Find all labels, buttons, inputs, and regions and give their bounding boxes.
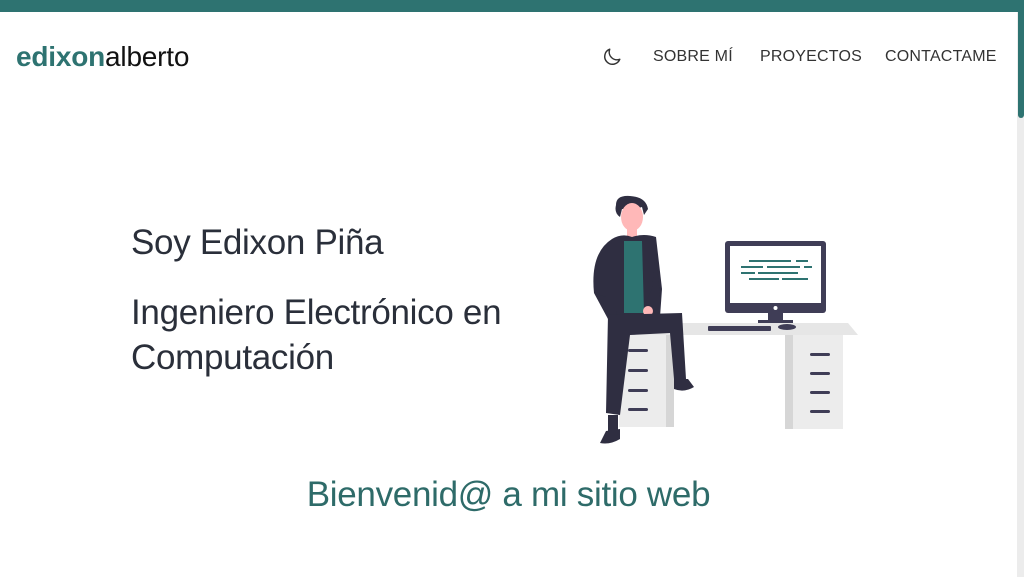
- person-shoe-right: [674, 379, 694, 391]
- person-head: [621, 203, 643, 231]
- scrollbar-thumb[interactable]: [1018, 12, 1024, 118]
- logo-first-name: edixon: [16, 41, 106, 72]
- moon-icon: [604, 48, 621, 65]
- theme-toggle-button[interactable]: [601, 46, 623, 68]
- desk-right-drawers: [785, 335, 843, 429]
- hero-name-heading: Soy Edixon Piña: [131, 223, 384, 262]
- person-shoe-left: [600, 429, 620, 444]
- nav-link-projects[interactable]: PROYECTOS: [760, 47, 862, 67]
- nav-link-contact[interactable]: CONTACTAME: [885, 47, 997, 67]
- site-logo[interactable]: edixonalberto: [16, 40, 189, 74]
- nav-link-about[interactable]: SOBRE MÍ: [653, 47, 733, 67]
- person-shirt: [624, 241, 644, 313]
- welcome-message: Bienvenid@ a mi sitio web: [306, 475, 711, 514]
- developer-at-desk-illustration: [593, 195, 858, 444]
- top-accent-bar: [0, 0, 1024, 12]
- logo-last-name: alberto: [105, 41, 190, 72]
- hero-role-heading: Ingeniero Electrónico en Computación: [131, 293, 502, 377]
- mouse: [778, 324, 796, 330]
- keyboard: [708, 326, 771, 331]
